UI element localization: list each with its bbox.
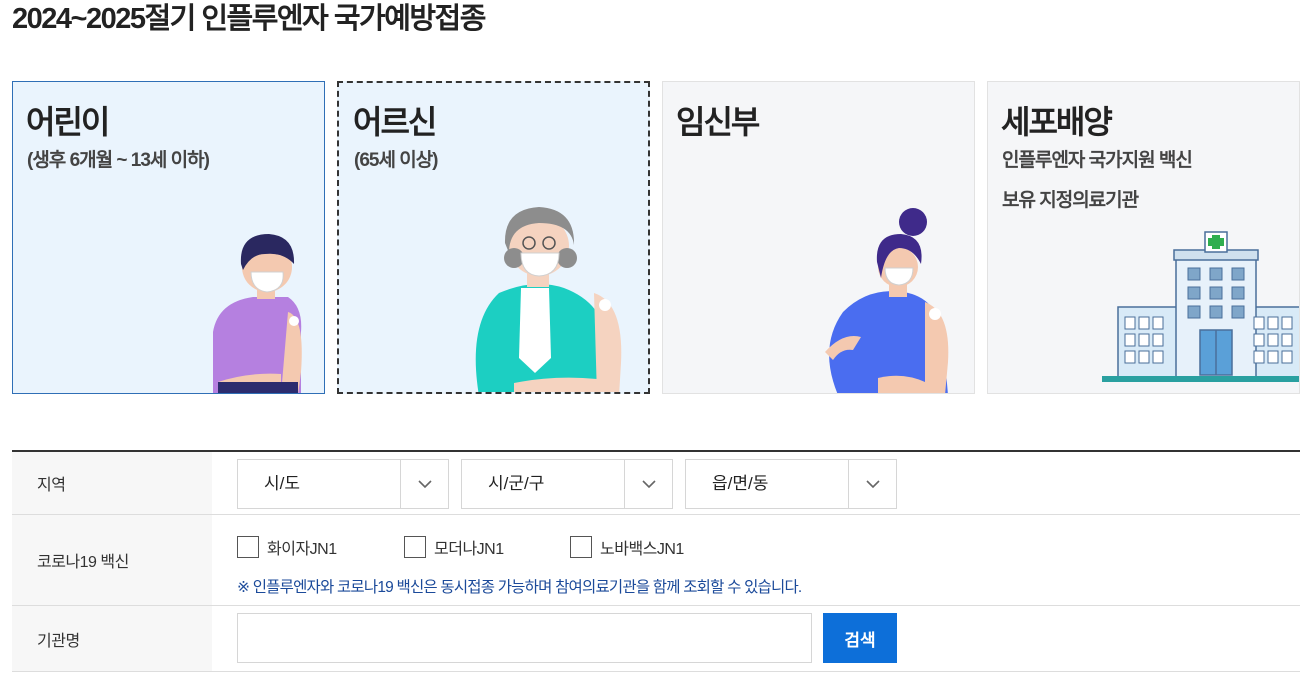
eupmyeondong-select-toggle[interactable] — [848, 460, 896, 508]
covid-vaccine-field: 화이자JN1 모더나JN1 노바백스JN1 ※ 인플루엔자와 코로나19 백신은… — [212, 515, 1300, 605]
covid-vaccine-label: 코로나19 백신 — [12, 515, 212, 605]
card-elderly[interactable]: 어르신 (65세 이상) — [337, 81, 650, 394]
checkbox-label: 노바백스JN1 — [600, 541, 684, 558]
card-pregnant[interactable]: 임신부 — [662, 81, 975, 394]
institution-row: 기관명 검색 — [12, 606, 1300, 672]
region-label: 지역 — [12, 452, 212, 514]
institution-label: 기관명 — [12, 606, 212, 671]
covid-vaccine-note: ※ 인플루엔자와 코로나19 백신은 동시접종 가능하며 참여의료기관을 함께 … — [237, 579, 802, 596]
checkbox-box[interactable] — [237, 536, 259, 558]
eupmyeondong-select[interactable]: 읍/면/동 — [685, 459, 897, 509]
card-title: 어린이 — [26, 104, 110, 140]
search-form: 지역 시/도 시/군/구 읍/면/동 코로나19 백신 화이자JN1 모더나JN… — [12, 450, 1300, 672]
checkbox-label: 화이자JN1 — [267, 541, 337, 558]
card-cell-culture[interactable]: 세포배양 인플루엔자 국가지원 백신 보유 지정의료기관 — [987, 81, 1300, 394]
search-button[interactable]: 검색 — [823, 613, 897, 663]
chevron-down-icon — [866, 480, 880, 489]
page-title: 2024~2025절기 인플루엔자 국가예방접종 — [12, 3, 486, 35]
novavax-checkbox[interactable]: 노바백스JN1 — [570, 536, 684, 558]
sigungu-select[interactable]: 시/군/구 — [461, 459, 673, 509]
sigungu-select-toggle[interactable] — [624, 460, 672, 508]
sido-select-toggle[interactable] — [400, 460, 448, 508]
region-row: 지역 시/도 시/군/구 읍/면/동 — [12, 452, 1300, 515]
checkbox-label: 모더나JN1 — [434, 541, 504, 558]
checkbox-box[interactable] — [404, 536, 426, 558]
pfizer-checkbox[interactable]: 화이자JN1 — [237, 536, 337, 558]
sido-select-value: 시/도 — [264, 474, 301, 493]
card-title: 세포배양 — [1001, 104, 1113, 140]
card-children[interactable]: 어린이 (생후 6개월 ~ 13세 이하) — [12, 81, 325, 394]
region-field: 시/도 시/군/구 읍/면/동 — [212, 452, 1300, 514]
card-subtitle-2: 보유 지정의료기관 — [1002, 190, 1139, 211]
sido-select[interactable]: 시/도 — [237, 459, 449, 509]
card-subtitle: 인플루엔자 국가지원 백신 — [1002, 150, 1193, 171]
chevron-down-icon — [642, 480, 656, 489]
target-group-cards: 어린이 (생후 6개월 ~ 13세 이하) 어르신 (65세 이상) 임신부 세… — [12, 81, 1300, 394]
chevron-down-icon — [418, 480, 432, 489]
card-title: 어르신 — [353, 104, 437, 140]
card-subtitle: (생후 6개월 ~ 13세 이하) — [27, 150, 210, 171]
card-title: 임신부 — [676, 104, 760, 140]
institution-name-input[interactable] — [237, 613, 812, 663]
covid-vaccine-row: 코로나19 백신 화이자JN1 모더나JN1 노바백스JN1 ※ 인플루엔자와 … — [12, 515, 1300, 606]
sigungu-select-value: 시/군/구 — [488, 474, 545, 493]
checkbox-box[interactable] — [570, 536, 592, 558]
institution-field: 검색 — [212, 606, 1300, 671]
eupmyeondong-select-value: 읍/면/동 — [712, 474, 769, 493]
card-subtitle: (65세 이상) — [354, 150, 439, 171]
moderna-checkbox[interactable]: 모더나JN1 — [404, 536, 504, 558]
